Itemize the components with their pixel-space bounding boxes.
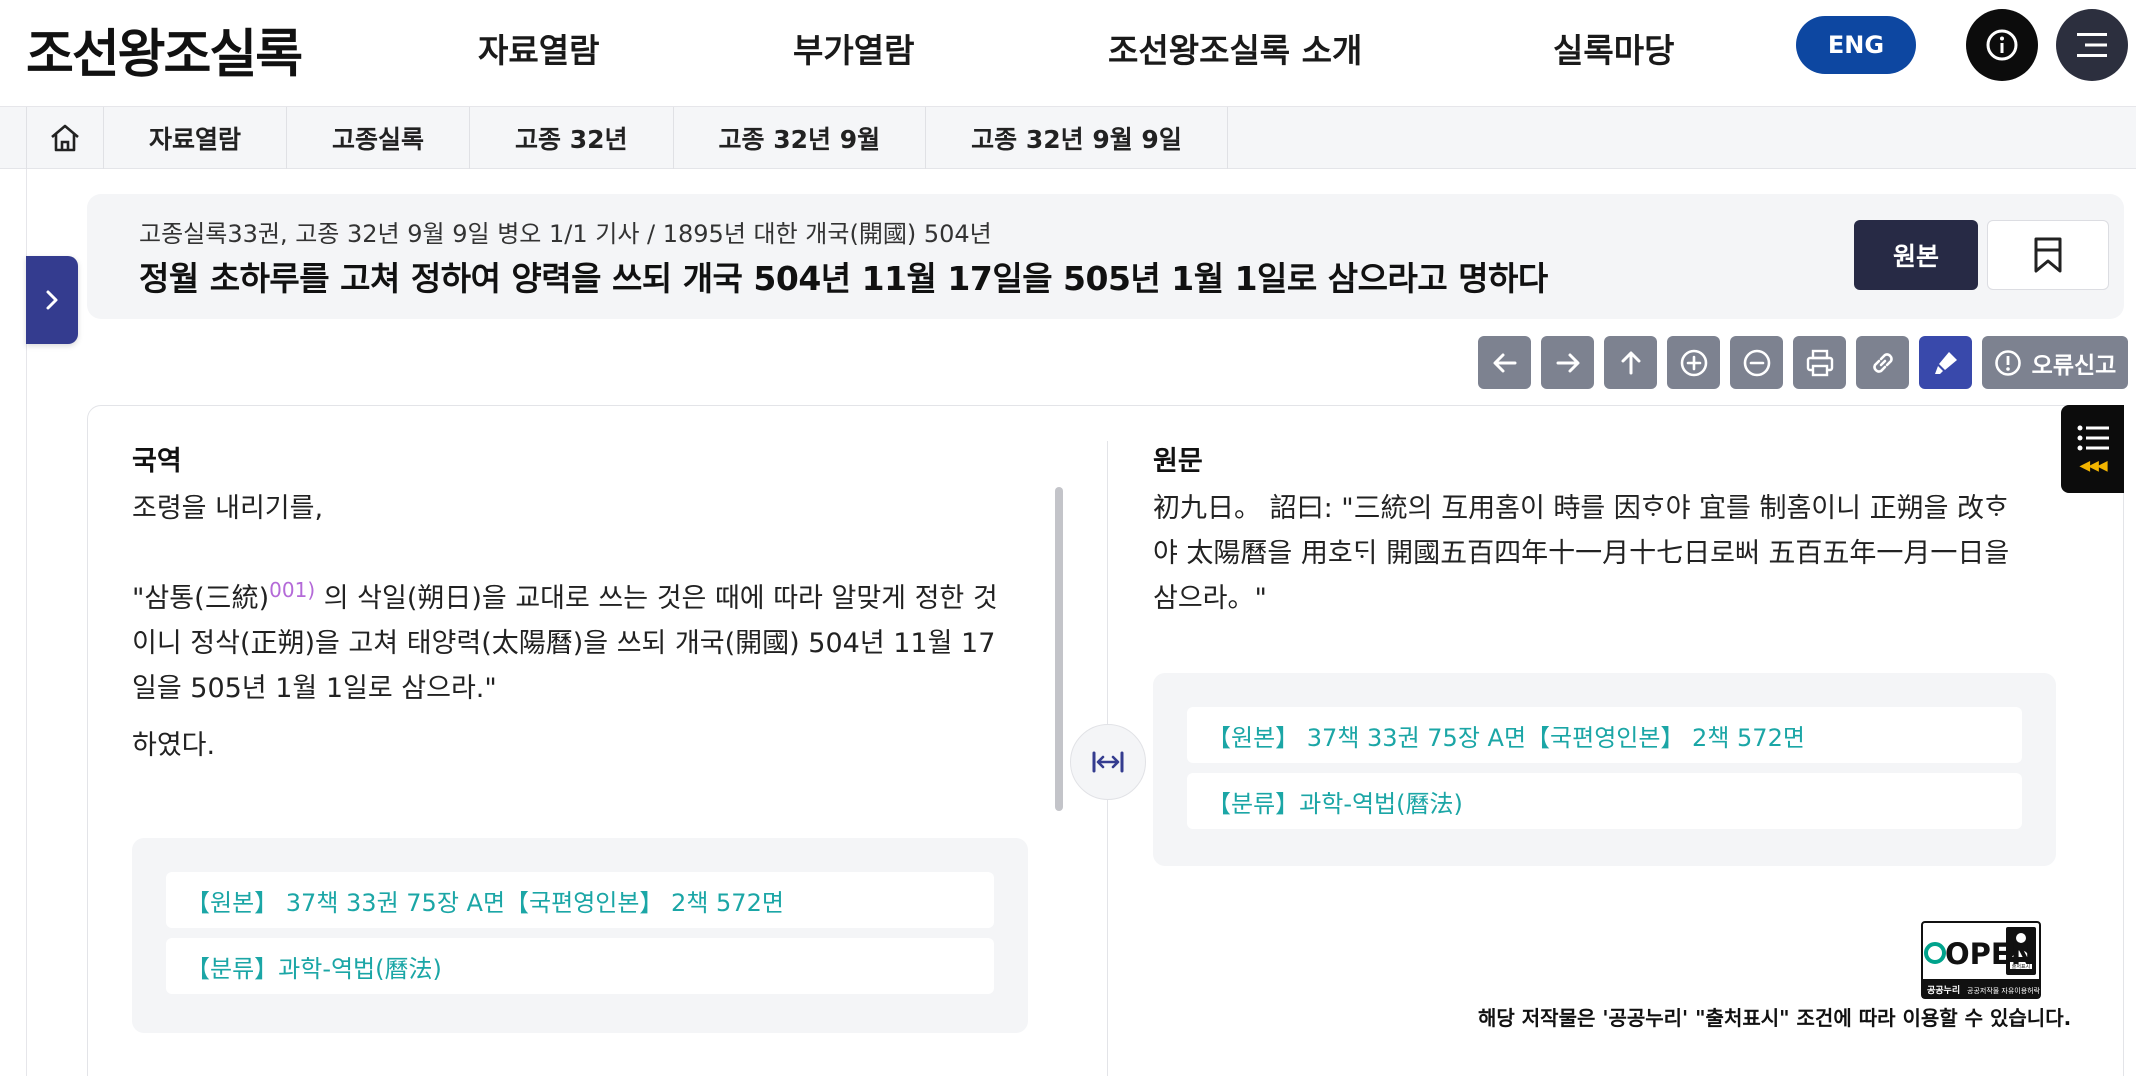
language-english-button[interactable]: ENG (1796, 16, 1916, 74)
translation-category-ref[interactable]: 【분류】과학-역법(曆法) (166, 938, 994, 994)
breadcrumb-item[interactable]: 고종 32년 (470, 107, 674, 169)
info-icon (1986, 29, 2018, 61)
article-header: 고종실록33권, 고종 32년 9월 9일 병오 1/1 기사 / 1895년 … (87, 194, 2124, 319)
breadcrumb-item[interactable]: 자료열람 (104, 107, 288, 169)
original-source-ref[interactable]: 【원본】 37책 33권 75장 A면【국편영인본】 2책 572면 (1187, 707, 2022, 763)
translation-heading: 국역 (132, 446, 182, 477)
arrow-left-icon (1493, 353, 1516, 372)
article-toolbar: 오류신고 (1478, 336, 2128, 389)
list-icon (2077, 425, 2109, 451)
nav-item-community[interactable]: 실록마당 (1553, 24, 1674, 72)
kogl-license-badge[interactable]: 출처표시 OPEN 공공누리 공공저작물 자유이용허락 (1921, 921, 2041, 999)
zoom-out-icon (1743, 349, 1770, 376)
breadcrumb: 자료열람 고종실록 고종 32년 고종 32년 9월 고종 32년 9월 9일 (0, 107, 2136, 169)
report-error-button[interactable]: 오류신고 (1982, 336, 2128, 389)
nav-item-additional[interactable]: 부가열람 (793, 24, 914, 72)
original-body: 初九日。 詔曰: "三統의 互用홈이 時를 因ᄒᆞ야 宜를 制홈이니 正朔을 改… (1153, 493, 2010, 614)
prev-article-button[interactable] (1478, 336, 1531, 389)
svg-text:OPEN: OPEN (1945, 937, 2035, 971)
license-notice: 해당 저작물은 '공공누리' "출처표시" 조건에 따라 이용할 수 있습니다. (1478, 1006, 2072, 1030)
breadcrumb-item[interactable]: 고종 32년 9월 (674, 107, 927, 169)
bookmark-button[interactable] (1987, 220, 2109, 290)
table-of-contents-tab[interactable]: ◀◀◀ (2061, 405, 2124, 493)
next-article-button[interactable] (1541, 336, 1594, 389)
expand-arrows-icon: ◀◀◀ (2079, 458, 2107, 474)
nav-item-browse[interactable]: 자료열람 (478, 24, 599, 72)
swap-horizontal-icon (1092, 751, 1124, 773)
view-original-button[interactable]: 원본 (1854, 220, 1978, 290)
original-heading: 원문 (1153, 446, 1203, 477)
alert-icon (1994, 349, 2021, 376)
highlight-button[interactable] (1919, 336, 1972, 389)
article-content: 국역 조령을 내리기를, "삼통(三統)001) 의 삭일(朔日)을 교대로 쓰… (87, 405, 2124, 1076)
sidebar-toggle-button[interactable] (26, 256, 78, 344)
site-header: 조선왕조실록 자료열람 부가열람 조선왕조실록 소개 실록마당 ENG (0, 0, 2136, 107)
bookmark-icon (2034, 237, 2062, 273)
translation-reference-box: 【원본】 37책 33권 75장 A면【국편영인본】 2책 572면 【분류】과… (132, 838, 1028, 1033)
breadcrumb-item[interactable]: 고종 32년 9월 9일 (926, 107, 1228, 169)
swap-columns-button[interactable] (1070, 724, 1146, 800)
nav-item-about[interactable]: 조선왕조실록 소개 (1108, 24, 1362, 72)
menu-button[interactable] (2056, 9, 2128, 81)
translation-scrollbar[interactable] (1055, 487, 1063, 811)
svg-text:공공저작물 자유이용허락: 공공저작물 자유이용허락 (1967, 986, 2041, 995)
scroll-top-button[interactable] (1604, 336, 1657, 389)
article-title: 정월 초하루를 고쳐 정하여 양력을 쓰되 개국 504년 11월 17일을 5… (139, 259, 1548, 298)
link-icon (1872, 352, 1893, 373)
translation-body: "삼통(三統)001) 의 삭일(朔日)을 교대로 쓰는 것은 때에 따라 알맞… (132, 568, 1012, 711)
home-icon (51, 124, 79, 152)
site-logo[interactable]: 조선왕조실록 (26, 12, 303, 87)
copy-link-button[interactable] (1856, 336, 1909, 389)
original-reference-box: 【원본】 37책 33권 75장 A면【국편영인본】 2책 572면 【분류】과… (1153, 673, 2056, 866)
info-button[interactable] (1966, 9, 2038, 81)
translation-source-ref[interactable]: 【원본】 37책 33권 75장 A면【국편영인본】 2책 572면 (166, 872, 994, 928)
chevron-right-icon (46, 290, 58, 310)
svg-text:공공누리: 공공누리 (1927, 984, 1960, 996)
highlighter-icon (1934, 351, 1957, 374)
translation-closing: 하였다. (132, 730, 216, 761)
zoom-out-button[interactable] (1730, 336, 1783, 389)
breadcrumb-item[interactable]: 고종실록 (287, 107, 471, 169)
zoom-in-button[interactable] (1667, 336, 1720, 389)
translation-body-before: "삼통(三統) (132, 583, 270, 614)
arrow-up-icon (1621, 351, 1640, 374)
hamburger-icon (2077, 33, 2107, 57)
arrow-right-icon (1556, 353, 1579, 372)
breadcrumb-home[interactable] (26, 107, 104, 169)
print-button[interactable] (1793, 336, 1846, 389)
article-meta: 고종실록33권, 고종 32년 9월 9일 병오 1/1 기사 / 1895년 … (139, 220, 992, 248)
zoom-in-icon (1680, 349, 1707, 376)
footnote-link[interactable]: 001) (269, 578, 315, 602)
print-icon (1806, 349, 1833, 376)
original-category-ref[interactable]: 【분류】과학-역법(曆法) (1187, 773, 2022, 829)
report-error-label: 오류신고 (2031, 352, 2117, 379)
translation-intro: 조령을 내리기를, (132, 493, 324, 524)
